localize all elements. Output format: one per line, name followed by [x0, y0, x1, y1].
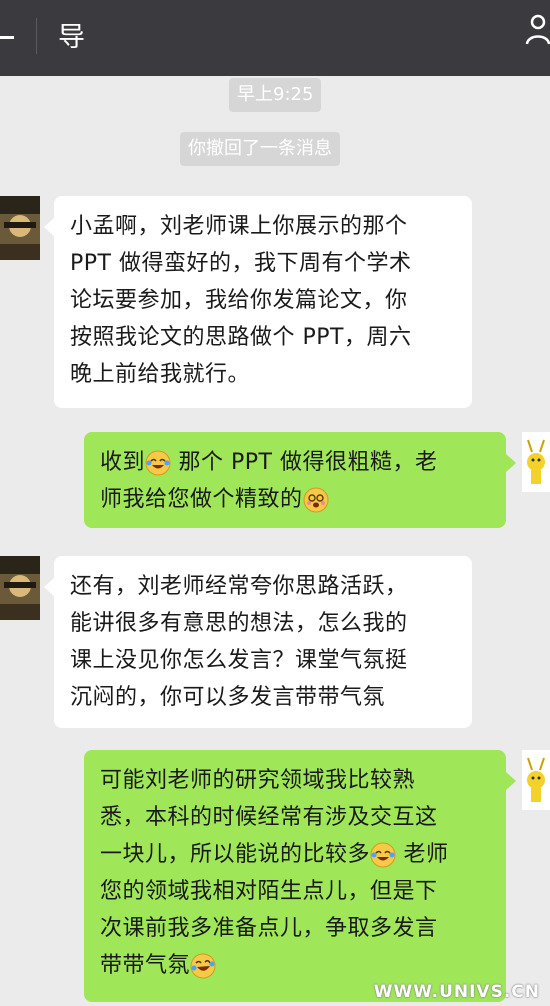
message-line: 沉闷的，你可以多发言带带气氛 — [70, 685, 386, 710]
back-arrow-icon[interactable] — [0, 36, 14, 39]
message-text: 一块儿，所以能说的比较多 — [100, 842, 371, 867]
crying-laughing-emoji — [190, 953, 216, 979]
message-line: 师我给您做个精致的 — [100, 481, 490, 518]
message-text: 老师 — [396, 842, 449, 867]
watermark: WWW.UNIVS.CN — [373, 982, 540, 1002]
message-line: 您的领域我相对陌生点儿，但是下 — [100, 879, 438, 904]
message-line: 次课前我多准备点儿，争取多发言 — [100, 916, 438, 941]
chat-title: 导 — [58, 22, 85, 53]
message-bubble-outgoing[interactable]: 可能刘老师的研究领域我比较熟 悉，本科的时候经常有涉及交互这 一块儿，所以能说的… — [84, 750, 516, 1002]
message-line: 还有，刘老师经常夸你思路活跃， — [70, 574, 408, 599]
message-line: 可能刘老师的研究领域我比较熟 — [100, 768, 416, 793]
header-divider — [36, 18, 37, 54]
message-line: 带带气氛 — [100, 947, 490, 984]
message-bubble-outgoing[interactable]: 收到 那个 PPT 做得很粗糙，老 师我给您做个精致的 — [84, 432, 516, 528]
message-text: 师我给您做个精致的 — [100, 487, 303, 512]
dizzy-face-emoji — [303, 487, 329, 513]
laughing-tears-emoji — [370, 842, 396, 868]
message-bubble-incoming[interactable]: 小孟啊，刘老师课上你展示的那个 PPT 做得蛮好的，我下周有个学术 论坛要参加，… — [44, 196, 472, 408]
message-text: 收到 — [100, 450, 146, 475]
message-line: 小孟啊，刘老师课上你展示的那个 — [70, 214, 408, 239]
chat-header: 导 — [0, 0, 550, 76]
my-avatar[interactable] — [522, 432, 550, 492]
recall-notice: 你撤回了一条消息 — [180, 132, 340, 166]
message-text: 那个 PPT 做得很粗糙，老 — [171, 450, 438, 475]
message-line: 一块儿，所以能说的比较多 老师 — [100, 836, 490, 873]
message-text: 带带气氛 — [100, 953, 191, 978]
sender-avatar[interactable] — [0, 196, 40, 260]
message-line: 论坛要参加，我给你发篇论文，你 — [70, 288, 408, 313]
message-line: 课上没见你怎么发言？课堂气氛挺 — [70, 648, 408, 673]
my-avatar[interactable] — [522, 750, 550, 810]
laughing-tears-emoji — [145, 450, 171, 476]
timestamp: 早上9:25 — [229, 78, 322, 112]
message-line: 能讲很多有意思的想法，怎么我的 — [70, 611, 408, 636]
message-line: 悉，本科的时候经常有涉及交互这 — [100, 805, 438, 830]
message-line: PPT 做得蛮好的，我下周有个学术 — [70, 251, 412, 276]
message-bubble-incoming[interactable]: 还有，刘老师经常夸你思路活跃， 能讲很多有意思的想法，怎么我的 课上没见你怎么发… — [44, 556, 472, 728]
message-line: 按照我论文的思路做个 PPT，周六 — [70, 325, 412, 350]
message-line: 晚上前给我就行。 — [70, 362, 251, 387]
sender-avatar[interactable] — [0, 556, 40, 620]
message-line: 收到 那个 PPT 做得很粗糙，老 — [100, 444, 490, 481]
person-icon[interactable] — [524, 8, 550, 54]
